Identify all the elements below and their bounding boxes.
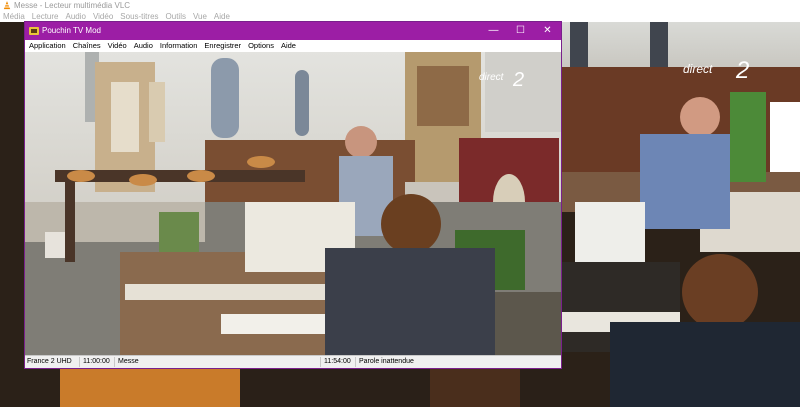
status-program: Messe: [118, 358, 139, 365]
menu-audio[interactable]: Audio: [134, 40, 153, 52]
church-scene-wide: direct 2: [25, 52, 561, 356]
logo-word: direct: [683, 62, 713, 76]
status-end-time: 11:54:00: [324, 358, 351, 365]
menu-channels[interactable]: Chaînes: [73, 40, 101, 52]
logo-word-small: direct: [479, 72, 505, 83]
close-button[interactable]: ✕: [534, 22, 561, 40]
vlc-title-bar[interactable]: Messe - Lecteur multimédia VLC: [0, 0, 800, 11]
maximize-button[interactable]: ☐: [507, 22, 534, 40]
vlc-window-title: Messe - Lecteur multimédia VLC: [14, 1, 131, 10]
tv-app-icon: [29, 27, 39, 35]
vlc-window: Messe - Lecteur multimédia VLC Média Lec…: [0, 0, 800, 407]
menu-video[interactable]: Vidéo: [108, 40, 127, 52]
status-next-program: Parole inattendue: [359, 358, 414, 365]
menu-options[interactable]: Options: [248, 40, 274, 52]
status-separator: [79, 357, 80, 367]
window-controls: — ☐ ✕: [480, 22, 561, 40]
status-channel: France 2 UHD: [27, 358, 72, 365]
menu-help[interactable]: Aide: [281, 40, 296, 52]
status-bar: France 2 UHD 11:00:00 Messe 11:54:00 Par…: [25, 355, 561, 368]
pouchin-menu-bar: Application Chaînes Vidéo Audio Informat…: [25, 40, 561, 52]
minimize-button[interactable]: —: [480, 22, 507, 40]
logo-number: 2: [735, 57, 749, 84]
status-start-time: 11:00:00: [83, 358, 110, 365]
status-separator: [320, 357, 321, 367]
menu-information[interactable]: Information: [160, 40, 198, 52]
pouchin-title-bar[interactable]: Pouchin TV Mod — ☐ ✕: [25, 22, 561, 40]
status-separator: [355, 357, 356, 367]
pouchin-video-frame[interactable]: direct 2: [25, 52, 561, 356]
logo-number-small: 2: [512, 69, 524, 91]
vlc-menu-media[interactable]: Média: [3, 11, 25, 22]
menu-record[interactable]: Enregistrer: [204, 40, 241, 52]
pouchin-window-title: Pouchin TV Mod: [42, 26, 101, 35]
status-separator: [114, 357, 115, 367]
pouchin-window: Pouchin TV Mod — ☐ ✕ Application Chaînes…: [24, 21, 562, 369]
menu-application[interactable]: Application: [29, 40, 66, 52]
vlc-cone-icon: [3, 1, 11, 10]
